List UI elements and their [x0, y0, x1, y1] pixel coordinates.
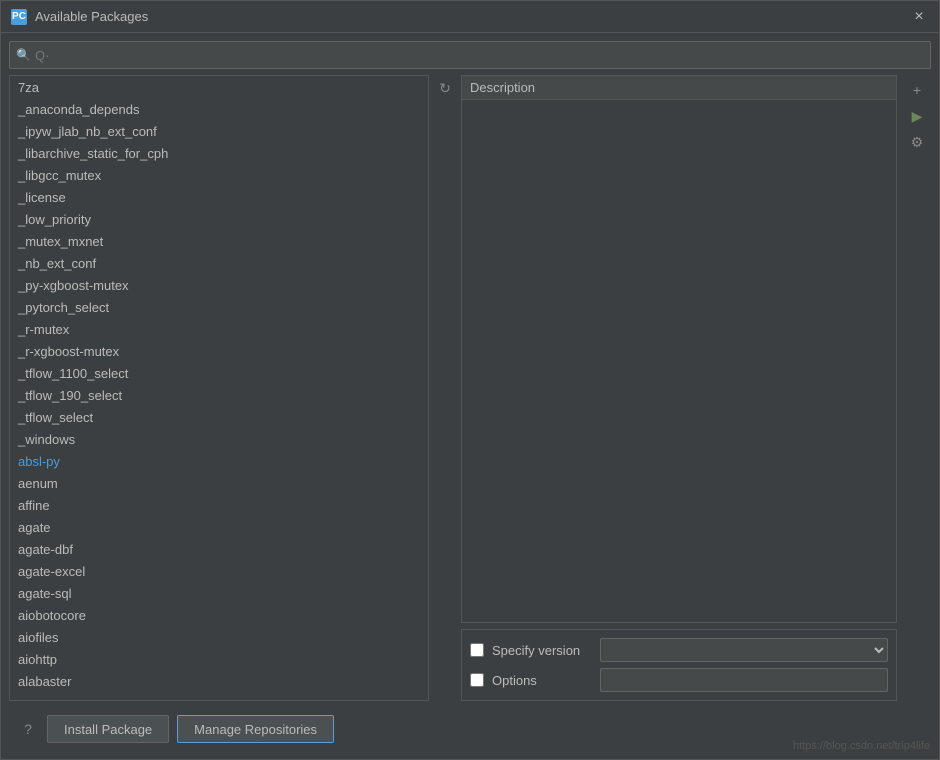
options-checkbox[interactable] — [470, 673, 484, 687]
main-content: 🔍 7za_anaconda_depends_ipyw_jlab_nb_ext_… — [1, 33, 939, 759]
package-item[interactable]: _tflow_select — [10, 406, 428, 428]
package-item[interactable]: _libgcc_mutex — [10, 164, 428, 186]
package-item[interactable]: aiofiles — [10, 626, 428, 648]
options-row: Options — [470, 668, 888, 692]
app-icon-text: PC — [12, 11, 26, 22]
package-item[interactable]: aiobotocore — [10, 604, 428, 626]
options-input[interactable] — [600, 668, 888, 692]
package-item[interactable]: absl-py — [10, 450, 428, 472]
package-item[interactable]: alabaster — [10, 670, 428, 692]
package-item[interactable]: _py-xgboost-mutex — [10, 274, 428, 296]
options-area: Specify version Options — [461, 629, 897, 701]
package-item[interactable]: _tflow_190_select — [10, 384, 428, 406]
right-side-icons: + ▶ ⚙ — [903, 75, 931, 701]
manage-repositories-button[interactable]: Manage Repositories — [177, 715, 334, 743]
package-item[interactable]: agate-sql — [10, 582, 428, 604]
package-item[interactable]: _tflow_1100_select — [10, 362, 428, 384]
package-item[interactable]: _windows — [10, 428, 428, 450]
package-item[interactable]: _pytorch_select — [10, 296, 428, 318]
refresh-icon[interactable]: ↻ — [434, 77, 456, 99]
description-body — [462, 100, 896, 622]
package-item[interactable]: _anaconda_depends — [10, 98, 428, 120]
package-list[interactable]: 7za_anaconda_depends_ipyw_jlab_nb_ext_co… — [10, 76, 428, 700]
package-item[interactable]: agate-excel — [10, 560, 428, 582]
package-item[interactable]: aenum — [10, 472, 428, 494]
middle-controls: ↻ — [435, 75, 455, 701]
package-list-panel: 7za_anaconda_depends_ipyw_jlab_nb_ext_co… — [9, 75, 429, 701]
package-item[interactable]: _r-xgboost-mutex — [10, 340, 428, 362]
search-icon: 🔍 — [16, 48, 31, 62]
package-item[interactable]: agate — [10, 516, 428, 538]
description-header: Description — [462, 76, 896, 100]
package-item[interactable]: aiohttp — [10, 648, 428, 670]
close-button[interactable]: × — [909, 7, 929, 27]
watermark: https://blog.csdn.net/trip4life — [793, 740, 930, 752]
window-title: Available Packages — [35, 9, 909, 24]
settings-icon[interactable]: ⚙ — [906, 131, 928, 153]
search-input[interactable] — [35, 48, 924, 63]
specify-version-label: Specify version — [492, 643, 592, 658]
add-icon[interactable]: + — [906, 79, 928, 101]
specify-version-row: Specify version — [470, 638, 888, 662]
package-item[interactable]: _nb_ext_conf — [10, 252, 428, 274]
question-icon[interactable]: ? — [17, 718, 39, 740]
package-item[interactable]: _libarchive_static_for_cph — [10, 142, 428, 164]
content-area: 7za_anaconda_depends_ipyw_jlab_nb_ext_co… — [9, 75, 931, 701]
specify-version-checkbox[interactable] — [470, 643, 484, 657]
install-button[interactable]: Install Package — [47, 715, 169, 743]
main-window: PC Available Packages × 🔍 7za_anaconda_d… — [0, 0, 940, 760]
options-label: Options — [492, 673, 592, 688]
package-item[interactable]: _license — [10, 186, 428, 208]
package-item[interactable]: 7za — [10, 76, 428, 98]
package-item[interactable]: _low_priority — [10, 208, 428, 230]
package-item[interactable]: agate-dbf — [10, 538, 428, 560]
package-item[interactable]: affine — [10, 494, 428, 516]
green-icon[interactable]: ▶ — [906, 105, 928, 127]
search-bar: 🔍 — [9, 41, 931, 69]
title-bar: PC Available Packages × — [1, 1, 939, 33]
description-panel: Description — [461, 75, 897, 623]
app-icon: PC — [11, 9, 27, 25]
specify-version-select[interactable] — [600, 638, 888, 662]
package-item[interactable]: _r-mutex — [10, 318, 428, 340]
package-item[interactable]: _ipyw_jlab_nb_ext_conf — [10, 120, 428, 142]
right-container: Description Specify version — [461, 75, 897, 701]
package-item[interactable]: _mutex_mxnet — [10, 230, 428, 252]
